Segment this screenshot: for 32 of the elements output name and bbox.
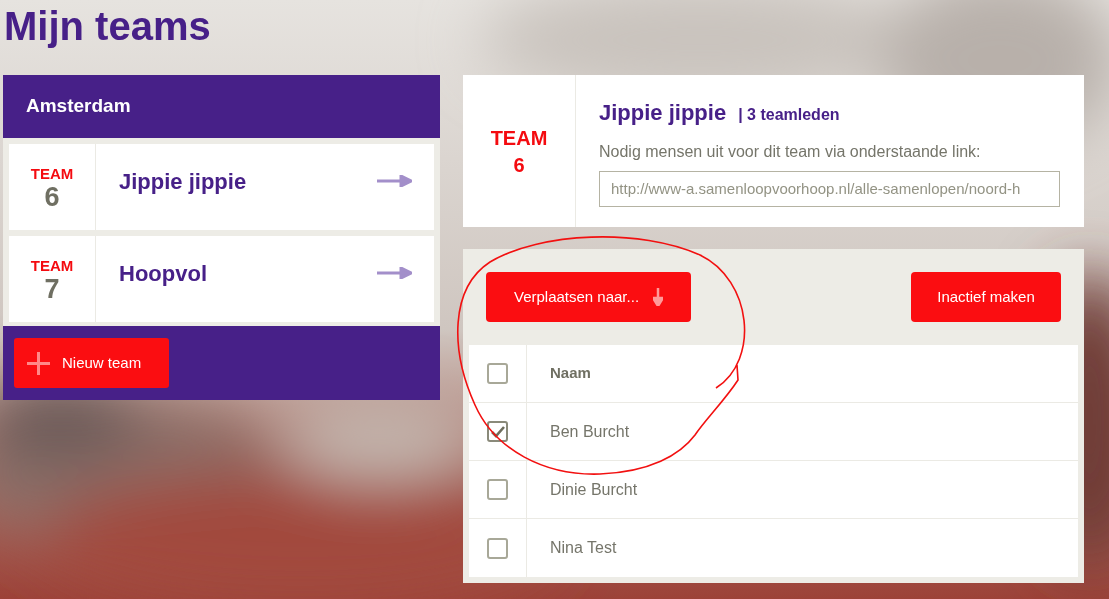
- checkmark-icon: [490, 425, 505, 438]
- team-label: TEAM: [30, 166, 74, 182]
- member-name: Dinie Burcht: [550, 479, 638, 500]
- member-count: | 3 teamleden: [738, 105, 840, 125]
- team-row[interactable]: TEAM 7 Hoopvol: [9, 236, 434, 322]
- team-label: TEAM: [30, 258, 74, 274]
- team-number: 7: [44, 274, 60, 304]
- team-number: 6: [44, 182, 60, 212]
- column-header: Naam: [550, 363, 591, 384]
- invite-link-field[interactable]: http://www-a.samenloopvoorhoop.nl/alle-samenlopen/noord-h: [599, 171, 1060, 207]
- page-title: Mijn teams: [4, 3, 211, 49]
- move-button[interactable]: Verplaatsen naar...: [486, 272, 691, 322]
- checkbox[interactable]: [487, 537, 508, 559]
- new-team-button[interactable]: Nieuw team: [14, 338, 169, 388]
- plus-icon: [27, 351, 50, 375]
- arrow-right-icon: [377, 267, 412, 279]
- team-row[interactable]: TEAM 6 Jippie jippie: [9, 144, 434, 230]
- member-name: Ben Burcht: [550, 421, 630, 442]
- checkbox[interactable]: [487, 363, 508, 384]
- team-name: Hoopvol: [119, 260, 208, 288]
- arrow-down-icon: [653, 288, 664, 306]
- checkbox[interactable]: [487, 479, 508, 500]
- invite-text: Nodig mensen uit voor dit team via onderstaande link:: [599, 142, 982, 162]
- deactivate-button[interactable]: Inactief maken: [911, 272, 1061, 322]
- checkbox[interactable]: [487, 421, 508, 442]
- arrow-right-icon: [377, 175, 412, 187]
- group-title: Amsterdam: [25, 94, 132, 119]
- team-label: TEAM: [490, 126, 548, 150]
- team-name: Jippie jippie: [119, 168, 248, 196]
- member-name: Nina Test: [550, 538, 617, 558]
- team-name: Jippie jippie: [599, 99, 727, 127]
- team-number: 6: [513, 153, 525, 178]
